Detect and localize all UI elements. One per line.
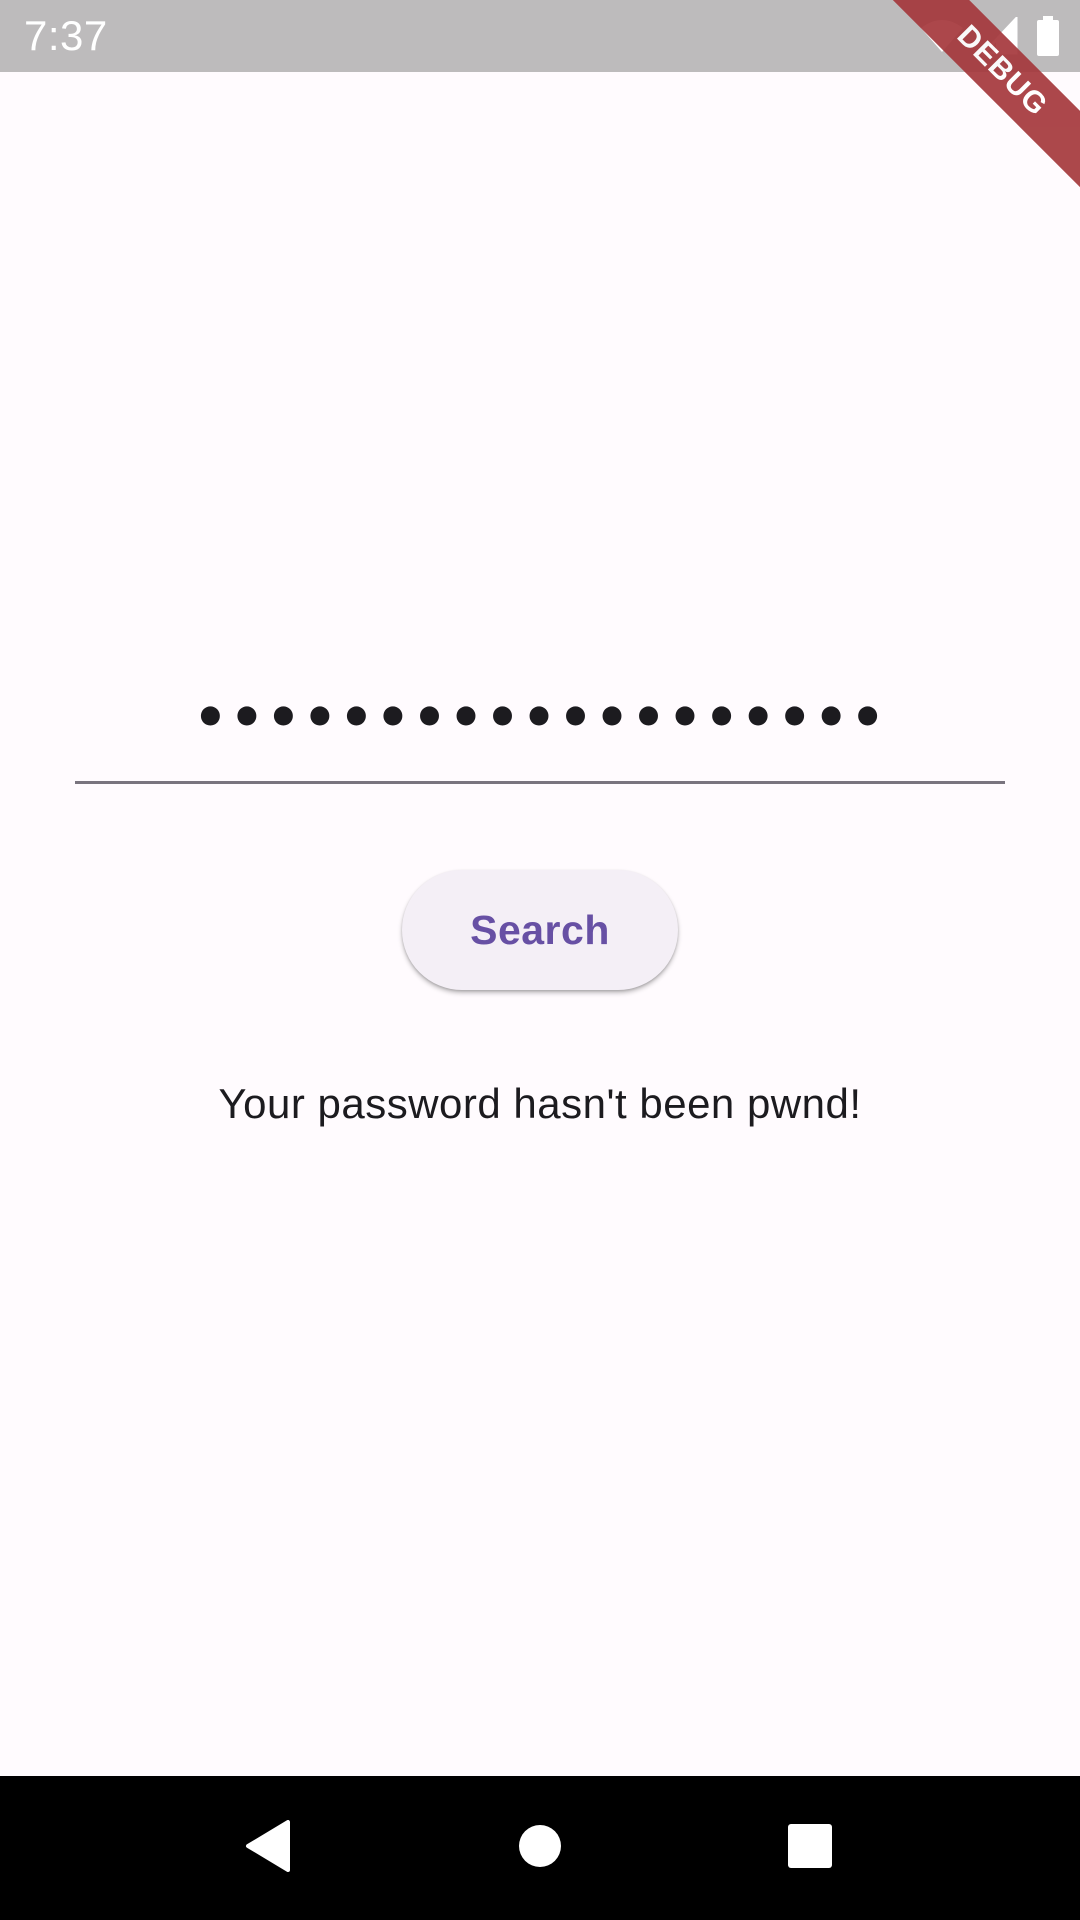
home-icon — [517, 1823, 563, 1874]
cell-signal-icon — [982, 17, 1018, 55]
app-screen: 7:37 DEBUG ••••••••••••••••••• Search Yo… — [0, 0, 1080, 1920]
password-field[interactable]: ••••••••••••••••••• — [75, 660, 1005, 784]
back-button[interactable] — [196, 1776, 340, 1920]
home-button[interactable] — [468, 1776, 612, 1920]
back-icon — [244, 1819, 292, 1877]
navigation-bar — [0, 1776, 1080, 1920]
status-time: 7:37 — [24, 12, 108, 59]
wifi-icon — [920, 18, 964, 54]
status-icons — [920, 14, 1060, 58]
password-value[interactable]: ••••••••••••••••••• — [75, 686, 1005, 749]
status-bar: 7:37 — [0, 0, 1080, 72]
recents-icon — [787, 1823, 833, 1874]
battery-icon — [1036, 16, 1060, 56]
result-message: Your password hasn't been pwnd! — [218, 1080, 862, 1127]
field-underline — [75, 781, 1005, 784]
search-button[interactable]: Search — [402, 870, 678, 990]
recents-button[interactable] — [738, 1776, 882, 1920]
